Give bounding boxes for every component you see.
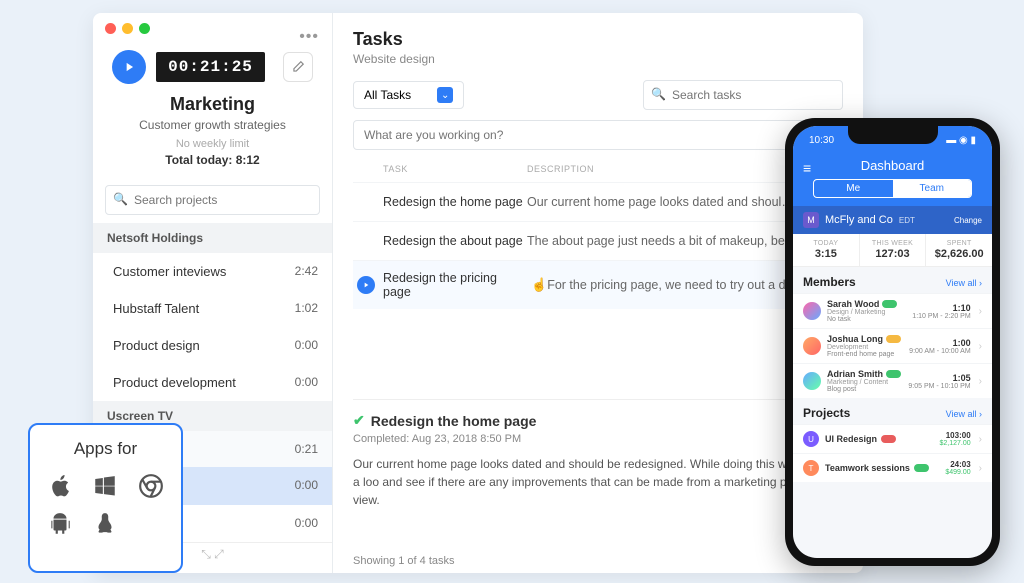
signal-wifi-battery-icon: ▬ ◉ ▮ <box>946 135 976 146</box>
view-all-link[interactable]: View all › <box>946 278 982 288</box>
cursor-icon: ☝ <box>531 277 547 293</box>
project-item[interactable]: Product development0:00 <box>93 364 332 401</box>
maximize-icon[interactable] <box>139 23 150 34</box>
chrome-icon[interactable] <box>136 471 166 501</box>
android-icon[interactable] <box>45 509 75 539</box>
timer-display: 00:21:25 <box>156 52 265 82</box>
search-tasks-input[interactable] <box>643 80 843 110</box>
task-check-icon: ✔ <box>353 412 365 429</box>
segment-control[interactable]: Me Team <box>813 179 972 198</box>
app-header: ≡ Dashboard Me Team <box>793 154 992 206</box>
company-selector[interactable]: M McFly and Co EDT Change <box>793 206 992 234</box>
apple-icon[interactable] <box>45 471 75 501</box>
table-header: TASK DESCRIPTION <box>353 150 843 182</box>
project-badge: U <box>803 431 819 447</box>
main-panel: Tasks Website design All Tasks ⌄ 🔍 + TAS… <box>333 13 863 573</box>
search-projects-input[interactable] <box>105 185 320 215</box>
member-row[interactable]: Adrian Smith Marketing / ContentBlog pos… <box>793 363 992 398</box>
detail-body: Our current home page looks dated and sh… <box>353 455 843 509</box>
project-item[interactable]: Product design0:00 <box>93 327 332 364</box>
window-controls <box>93 13 332 44</box>
company-badge: M <box>803 212 819 228</box>
project-total: Total today: 8:12 <box>105 153 320 167</box>
project-title: Marketing <box>105 94 320 115</box>
chevron-right-icon: › <box>979 463 982 474</box>
chevron-right-icon: › <box>979 376 982 387</box>
task-filter-dropdown[interactable]: All Tasks ⌄ <box>353 81 464 109</box>
apps-title: Apps for <box>40 439 171 459</box>
play-icon[interactable] <box>357 276 375 294</box>
avatar <box>803 337 821 355</box>
avatar <box>803 372 821 390</box>
project-limit: No weekly limit <box>105 138 320 150</box>
task-detail: ✔ Redesign the home page Completed: Aug … <box>353 399 843 509</box>
working-on-input[interactable] <box>353 120 805 150</box>
device-notch <box>848 126 938 144</box>
status-pill <box>886 335 901 343</box>
change-link[interactable]: Change <box>954 216 982 225</box>
view-all-link[interactable]: View all › <box>946 409 982 419</box>
project-row[interactable]: U UI Redesign 103:00$2,127.00 › <box>793 424 992 453</box>
project-item[interactable]: Customer inteviews2:42 <box>93 253 332 290</box>
desktop-app-window: ••• 00:21:25 Marketing Customer growth s… <box>93 13 863 573</box>
task-row[interactable]: Redesign the home page Our current home … <box>353 182 843 221</box>
search-icon: 🔍 <box>113 192 128 206</box>
detail-title: ✔ Redesign the home page <box>353 412 843 429</box>
search-icon: 🔍 <box>651 87 666 101</box>
chevron-right-icon: › <box>979 341 982 352</box>
projects-heading: Projects <box>803 406 850 420</box>
mobile-device-frame: 10:30 ▬ ◉ ▮ ≡ Dashboard Me Team M McFly … <box>785 118 1000 566</box>
close-icon[interactable] <box>105 23 116 34</box>
member-row[interactable]: Sarah Wood Design / MarketingNo task 1:1… <box>793 293 992 328</box>
member-row[interactable]: Joshua Long DevelopmentFront-end home pa… <box>793 328 992 363</box>
stats-row: TODAY3:15 THIS WEEK127:03 SPENT$2,626.00 <box>793 234 992 267</box>
project-group-header: Netsoft Holdings <box>93 223 332 253</box>
project-subtitle: Customer growth strategies <box>105 118 320 132</box>
status-pill <box>881 435 896 443</box>
project-item[interactable]: Hubstaff Talent1:02 <box>93 290 332 327</box>
project-badge: T <box>803 460 819 476</box>
windows-icon[interactable] <box>90 471 120 501</box>
avatar <box>803 302 821 320</box>
apps-for-card: Apps for <box>28 423 183 573</box>
minimize-icon[interactable] <box>122 23 133 34</box>
members-heading: Members <box>803 275 856 289</box>
page-subtitle: Website design <box>353 52 843 66</box>
status-pill <box>914 464 929 472</box>
status-pill <box>882 300 897 308</box>
task-row-selected[interactable]: Redesign the pricing page ☝ For the pric… <box>353 260 843 309</box>
chevron-right-icon: › <box>979 306 982 317</box>
table-footer: Showing 1 of 4 tasks <box>353 555 455 567</box>
linux-icon[interactable] <box>90 509 120 539</box>
edit-button[interactable] <box>283 52 313 82</box>
current-project-header: Marketing Customer growth strategies No … <box>93 94 332 177</box>
chevron-right-icon: › <box>979 434 982 445</box>
detail-completed: Completed: Aug 23, 2018 8:50 PM <box>353 433 843 445</box>
app-title: Dashboard <box>803 158 982 173</box>
task-row[interactable]: Redesign the about page The about page j… <box>353 221 843 260</box>
chevron-down-icon: ⌄ <box>437 87 453 103</box>
page-title: Tasks <box>353 29 843 50</box>
menu-icon[interactable]: ≡ <box>803 160 811 176</box>
mobile-screen: 10:30 ▬ ◉ ▮ ≡ Dashboard Me Team M McFly … <box>793 126 992 558</box>
project-row[interactable]: T Teamwork sessions 24:03$499.00 › <box>793 453 992 482</box>
status-pill <box>886 370 901 378</box>
play-button[interactable] <box>112 50 146 84</box>
